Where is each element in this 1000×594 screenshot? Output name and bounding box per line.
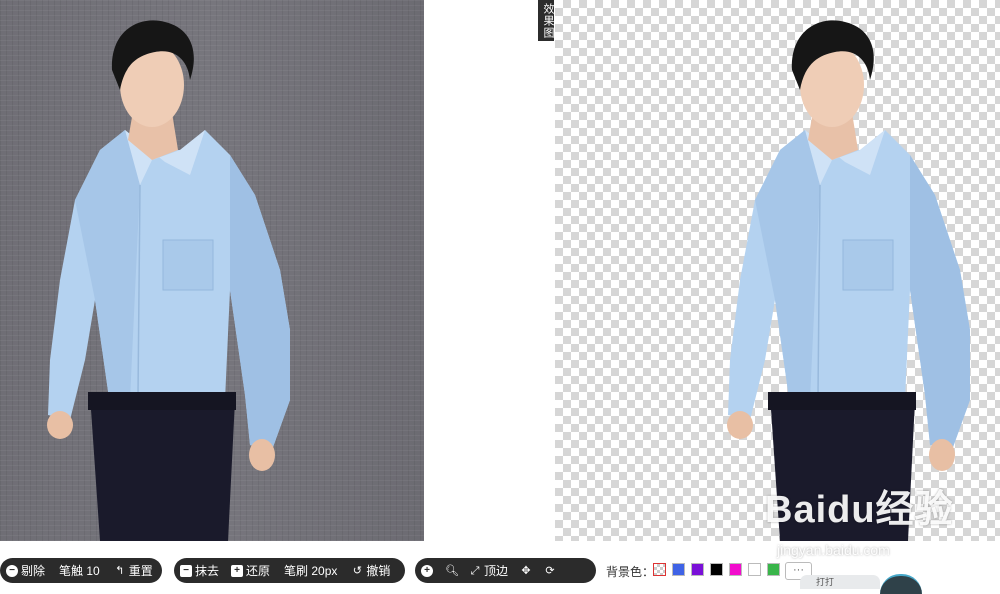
background-swatch[interactable] [691,563,704,576]
brush-size-label: 笔触 10 [59,564,100,578]
zoom-out-button[interactable]: 🔍︎ [439,558,463,583]
zoom-in-button[interactable]: + [415,558,439,583]
background-swatch[interactable] [729,563,742,576]
person-figure [47,20,290,541]
minus-square-icon: − [180,564,192,577]
background-color-label: 背景色： [606,565,655,579]
toolbar-group-erase: − 剔除 笔触 10 ↰ 重置 [0,558,162,583]
toolbar-group-view: + 🔍︎ ⤢ 顶边 ✥ ⟳ [415,558,596,583]
wipe-label: 抹去 [195,564,220,578]
undo-icon: ↺ [352,564,362,577]
toolbar-group-brush: − 抹去 + 还原 笔刷 20px ↺ 撤销 [174,558,405,583]
reset-label: 重置 [128,564,153,578]
erase-label: 剔除 [21,564,46,578]
zoom-in-icon: + [421,564,433,577]
minus-circle-icon: − [6,564,18,577]
fit-label: 顶边 [484,564,509,578]
original-image [0,0,424,541]
brush-width-label: 笔刷 20px [284,564,338,578]
undo-label: 撤销 [366,564,391,578]
effect-label: 效果图 [538,0,554,41]
reset-button[interactable]: ↰ 重置 [108,558,159,583]
move-icon: ✥ [521,564,531,577]
restore-label: 还原 [246,564,271,578]
brush-size-control[interactable]: 笔触 10 [51,558,108,583]
restore-button[interactable]: + 还原 [225,558,276,583]
reply-arrow-icon: ↰ [115,564,125,577]
refresh-icon: ⟳ [545,564,555,577]
fit-button[interactable]: ⤢ 顶边 [463,558,514,583]
floating-pill[interactable]: 打打 [800,575,880,589]
move-button[interactable]: ✥ [514,558,538,583]
refresh-button[interactable]: ⟳ [538,558,562,583]
search-minus-icon: 🔍︎ [445,564,459,577]
undo-button[interactable]: ↺ 撤销 [345,558,396,583]
baidu-watermark: Baidu经验 jingyan.baidu.com [765,478,985,564]
background-swatch[interactable] [710,563,723,576]
person-figure-cutout [727,20,970,541]
background-swatch[interactable] [767,563,780,576]
expand-icon: ⤢ [470,564,480,577]
result-image [555,0,1000,541]
background-swatch[interactable] [748,563,761,576]
watermark-brand: Baidu经验 [765,489,954,531]
erase-button[interactable]: − 剔除 [0,558,51,583]
background-swatch[interactable] [653,563,666,576]
wipe-button[interactable]: − 抹去 [174,558,225,583]
brush-width-control[interactable]: 笔刷 20px [276,558,345,583]
plus-square-icon: + [231,564,244,577]
background-swatch[interactable] [672,563,685,576]
